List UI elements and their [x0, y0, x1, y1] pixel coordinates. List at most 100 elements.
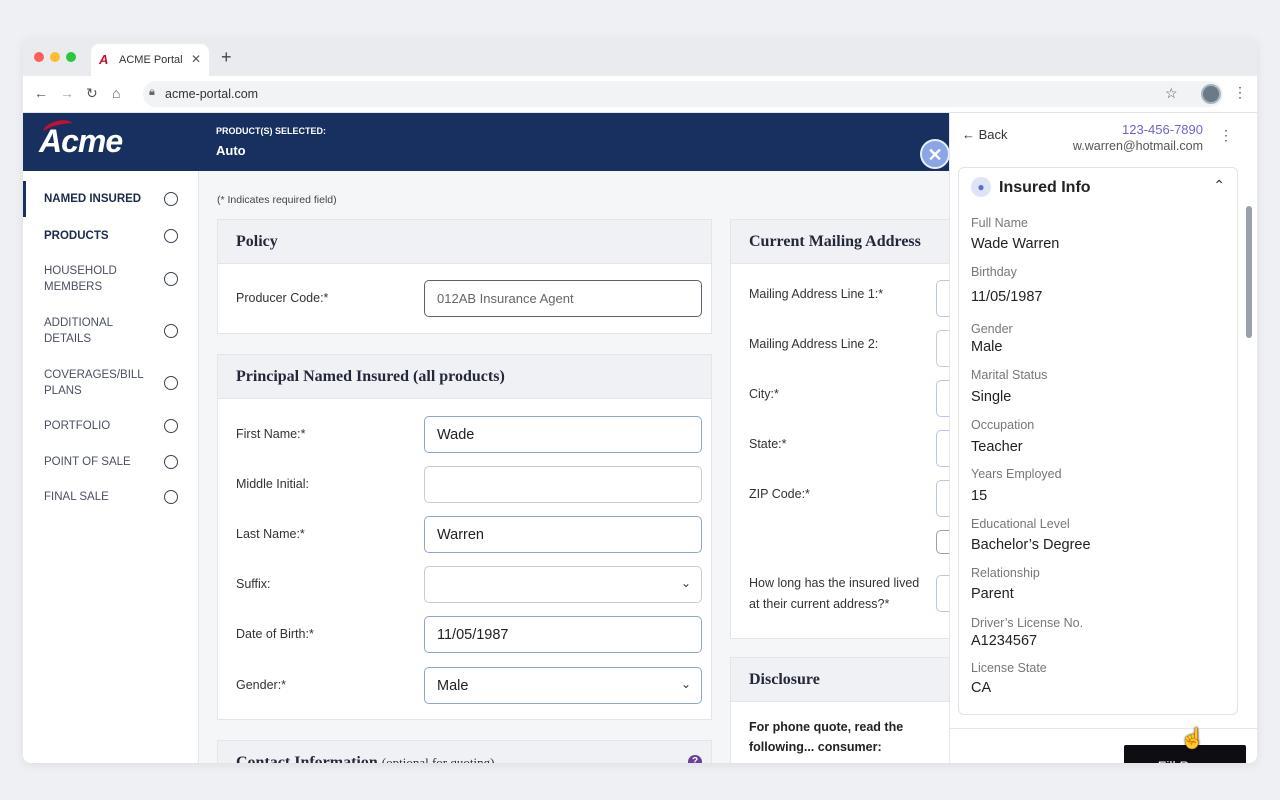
- sidebar: NAMED INSURED PRODUCTS HOUSEHOLD MEMBERS…: [23, 171, 199, 763]
- field-label: Relationship: [971, 566, 1040, 580]
- field-value[interactable]: CA: [971, 680, 991, 696]
- window-minimize-dot[interactable]: [50, 52, 60, 62]
- city-field[interactable]: [936, 380, 949, 417]
- insured-info-header[interactable]: ● Insured Info ⌃: [959, 168, 1237, 208]
- url-field[interactable]: 🔒︎ acme-portal.com: [143, 81, 1223, 107]
- status-circle-icon: [164, 376, 178, 390]
- zip-field[interactable]: [936, 480, 949, 517]
- field-value[interactable]: Male: [971, 339, 1002, 355]
- app-header: Acme PRODUCT(S) SELECTED: Auto: [23, 113, 949, 171]
- mailing-line1-field[interactable]: [936, 280, 949, 317]
- tab-bar: A ACME Portal ✕ +: [23, 38, 1257, 76]
- scrollbar[interactable]: [1246, 206, 1252, 338]
- browser-tab[interactable]: A ACME Portal ✕: [91, 44, 209, 76]
- star-icon[interactable]: ☆: [1165, 85, 1178, 102]
- chevron-down-icon: ⌄: [680, 677, 691, 691]
- state-label: State:*: [749, 437, 787, 451]
- field-value[interactable]: Single: [971, 389, 1011, 405]
- arrow-left-icon: ←: [962, 127, 975, 142]
- how-long-label: How long has the insured lived at their …: [749, 576, 920, 611]
- mailing-line1-label: Mailing Address Line 1:*: [749, 287, 884, 301]
- field-value[interactable]: Bachelor’s Degree: [971, 537, 1091, 553]
- reload-icon[interactable]: ↻: [86, 85, 98, 102]
- arrow-right-icon[interactable]: →: [60, 85, 74, 101]
- products-selected-value: Auto: [216, 143, 246, 158]
- zip-extension-checkbox[interactable]: [936, 530, 949, 554]
- chevron-up-icon[interactable]: ⌃: [1213, 177, 1225, 194]
- suffix-select[interactable]: ⌄: [424, 566, 702, 603]
- status-circle-icon: [164, 324, 178, 338]
- how-long-select[interactable]: [936, 575, 949, 612]
- suffix-label: Suffix:: [236, 577, 271, 591]
- hand-cursor-icon: ☝: [1180, 728, 1205, 750]
- help-icon[interactable]: ?: [688, 755, 702, 763]
- products-selected-label: PRODUCT(S) SELECTED:: [216, 126, 326, 136]
- status-circle-icon: [164, 192, 178, 206]
- disclosure-title: Disclosure: [749, 671, 820, 688]
- tab-close-icon[interactable]: ✕: [191, 52, 201, 66]
- address-bar: ← → ↻ ⌂ 🔒︎ acme-portal.com ☆ ⋮: [23, 76, 1257, 113]
- last-name-field[interactable]: Warren: [424, 516, 702, 553]
- new-tab-icon[interactable]: +: [221, 47, 232, 68]
- field-value[interactable]: A1234567: [971, 633, 1037, 649]
- field-label: Educational Level: [971, 517, 1070, 531]
- window-maximize-dot[interactable]: [66, 52, 76, 62]
- browser-window: A ACME Portal ✕ + ← → ↻ ⌂ 🔒︎ acme-portal…: [23, 38, 1257, 763]
- phone-number[interactable]: 123-456-7890: [1122, 122, 1203, 137]
- field-value[interactable]: 15: [971, 488, 987, 504]
- chevron-down-icon: ⌄: [680, 576, 691, 590]
- gender-select[interactable]: Male ⌄: [424, 667, 702, 704]
- policy-card: Policy Producer Code:* 012AB Insurance A…: [217, 219, 712, 334]
- arrow-left-icon[interactable]: ←: [34, 85, 48, 101]
- email-address: w.warren@hotmail.com: [1072, 139, 1203, 153]
- city-label: City:*: [749, 387, 779, 401]
- disclosure-card: Disclosure For phone quote, read the fol…: [730, 657, 949, 763]
- dob-field[interactable]: 11/05/1987: [424, 616, 702, 653]
- insured-info-title: Insured Info: [999, 179, 1091, 196]
- field-value[interactable]: Wade Warren: [971, 236, 1059, 252]
- field-label: Marital Status: [971, 368, 1048, 382]
- dob-label: Date of Birth:*: [236, 627, 314, 641]
- zip-label: ZIP Code:*: [749, 487, 810, 501]
- first-name-label: First Name:*: [236, 427, 306, 441]
- lock-icon: 🔒︎: [149, 86, 155, 98]
- state-select[interactable]: [936, 430, 949, 467]
- avatar[interactable]: [1201, 84, 1221, 104]
- field-value[interactable]: Teacher: [971, 439, 1023, 455]
- mailing-line2-field[interactable]: [936, 330, 949, 367]
- back-button[interactable]: ← Back: [962, 127, 1008, 142]
- mailing-line2-label: Mailing Address Line 2:: [749, 337, 879, 351]
- middle-initial-label: Middle Initial:: [236, 477, 309, 491]
- principal-insured-title: Principal Named Insured (all products): [236, 368, 505, 385]
- field-value[interactable]: 11/05/1987: [971, 289, 1043, 305]
- first-name-field[interactable]: Wade: [424, 416, 702, 453]
- acme-favicon-icon: A: [99, 52, 109, 67]
- browser-kebab-icon[interactable]: ⋮: [1233, 84, 1247, 101]
- producer-code-field[interactable]: 012AB Insurance Agent: [424, 280, 702, 317]
- last-name-label: Last Name:*: [236, 527, 305, 541]
- window-close-dot[interactable]: [34, 52, 44, 62]
- mailing-address-card: Current Mailing Address Mailing Address …: [730, 219, 949, 639]
- acme-logo[interactable]: Acme: [39, 117, 123, 160]
- contact-info-title: Contact Information (optional for quotin…: [236, 754, 495, 763]
- principal-insured-card: Principal Named Insured (all products) F…: [217, 354, 712, 720]
- status-circle-icon: [164, 490, 178, 504]
- field-value[interactable]: Parent: [971, 586, 1014, 602]
- home-icon[interactable]: ⌂: [112, 85, 120, 101]
- policy-title: Policy: [236, 233, 278, 250]
- insured-info-panel: ← Back 123-456-7890 w.warren@hotmail.com…: [949, 113, 1257, 763]
- contact-info-card: Contact Information (optional for quotin…: [217, 740, 712, 763]
- middle-initial-field[interactable]: [424, 466, 702, 503]
- field-label: Full Name: [971, 216, 1028, 230]
- gender-label: Gender:*: [236, 678, 287, 692]
- insured-info-card: ● Insured Info ⌃ Full Name Wade Warren B…: [958, 167, 1238, 715]
- divider: [950, 728, 1257, 729]
- field-label: Years Employed: [971, 467, 1062, 481]
- url-text: acme-portal.com: [165, 87, 259, 101]
- panel-kebab-icon[interactable]: ⋮: [1219, 127, 1233, 144]
- field-label: Occupation: [971, 418, 1035, 432]
- close-icon[interactable]: ✕: [920, 139, 949, 169]
- mailing-address-title: Current Mailing Address: [749, 233, 921, 250]
- field-label: License State: [971, 661, 1047, 675]
- field-label: Gender: [971, 322, 1013, 336]
